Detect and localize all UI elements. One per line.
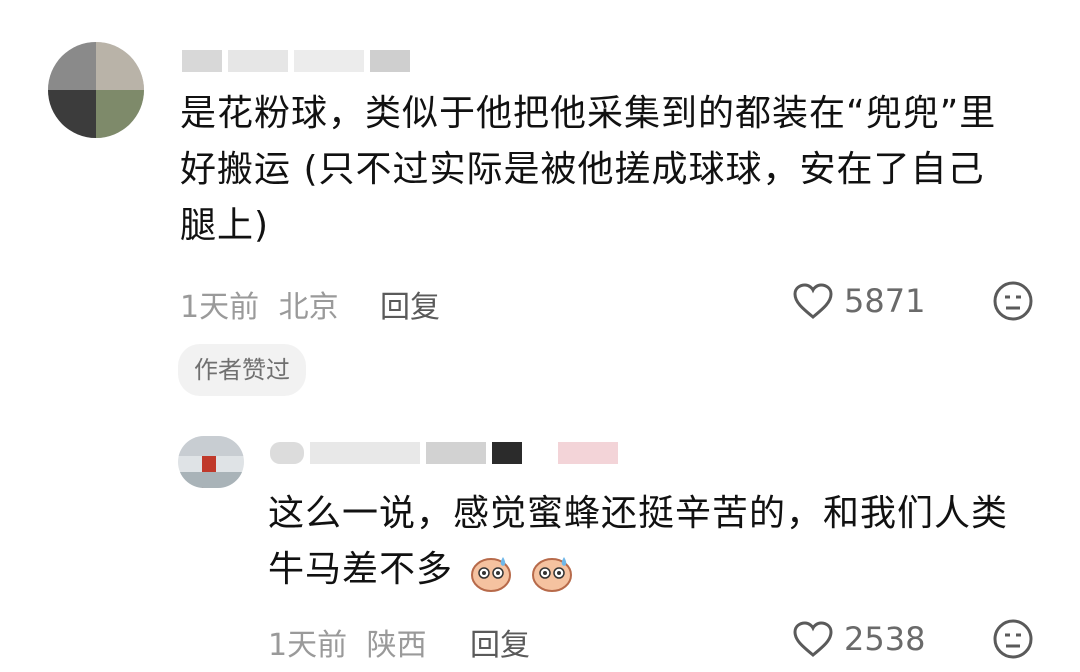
comment-line: 牛马差不多 [268, 542, 1058, 598]
username[interactable] [182, 50, 410, 72]
like-button[interactable]: 2538 [792, 620, 925, 658]
comment-line: 腿上) [180, 205, 270, 246]
sweat-face-emoji-icon [471, 557, 512, 592]
timestamp: 1天前 北京 [180, 290, 339, 325]
neutral-face-icon[interactable] [992, 280, 1034, 322]
comment-text: 这么一说，感觉蜜蜂还挺辛苦的，和我们人类 牛马差不多 [268, 486, 1058, 598]
reply-button[interactable]: 回复 [380, 282, 440, 326]
comment-line: 好搬运 (只不过实际是被他搓成球球，安在了自己 [180, 149, 985, 190]
comment-text: 是花粉球，类似于他把他采集到的都装在“兜兜”里 好搬运 (只不过实际是被他搓成球… [180, 86, 1060, 254]
username[interactable] [270, 442, 618, 464]
like-button[interactable]: 5871 [792, 282, 925, 320]
author-liked-badge: 作者赞过 [178, 344, 306, 396]
timestamp: 1天前 陕西 [268, 628, 427, 663]
location: 陕西 [366, 628, 427, 663]
like-count: 5871 [844, 282, 926, 320]
comment-line: 这么一说，感觉蜜蜂还挺辛苦的，和我们人类 [268, 493, 1009, 534]
location: 北京 [278, 290, 339, 325]
heart-outline-icon [793, 621, 833, 657]
reply-button[interactable]: 回复 [470, 620, 530, 664]
avatar[interactable] [48, 42, 144, 138]
like-count: 2538 [844, 620, 926, 658]
heart-outline-icon [793, 283, 833, 319]
avatar[interactable] [178, 436, 244, 488]
sweat-face-emoji-icon [531, 557, 572, 592]
comment-line: 是花粉球，类似于他把他采集到的都装在“兜兜”里 [180, 93, 997, 134]
neutral-face-icon[interactable] [992, 618, 1034, 660]
